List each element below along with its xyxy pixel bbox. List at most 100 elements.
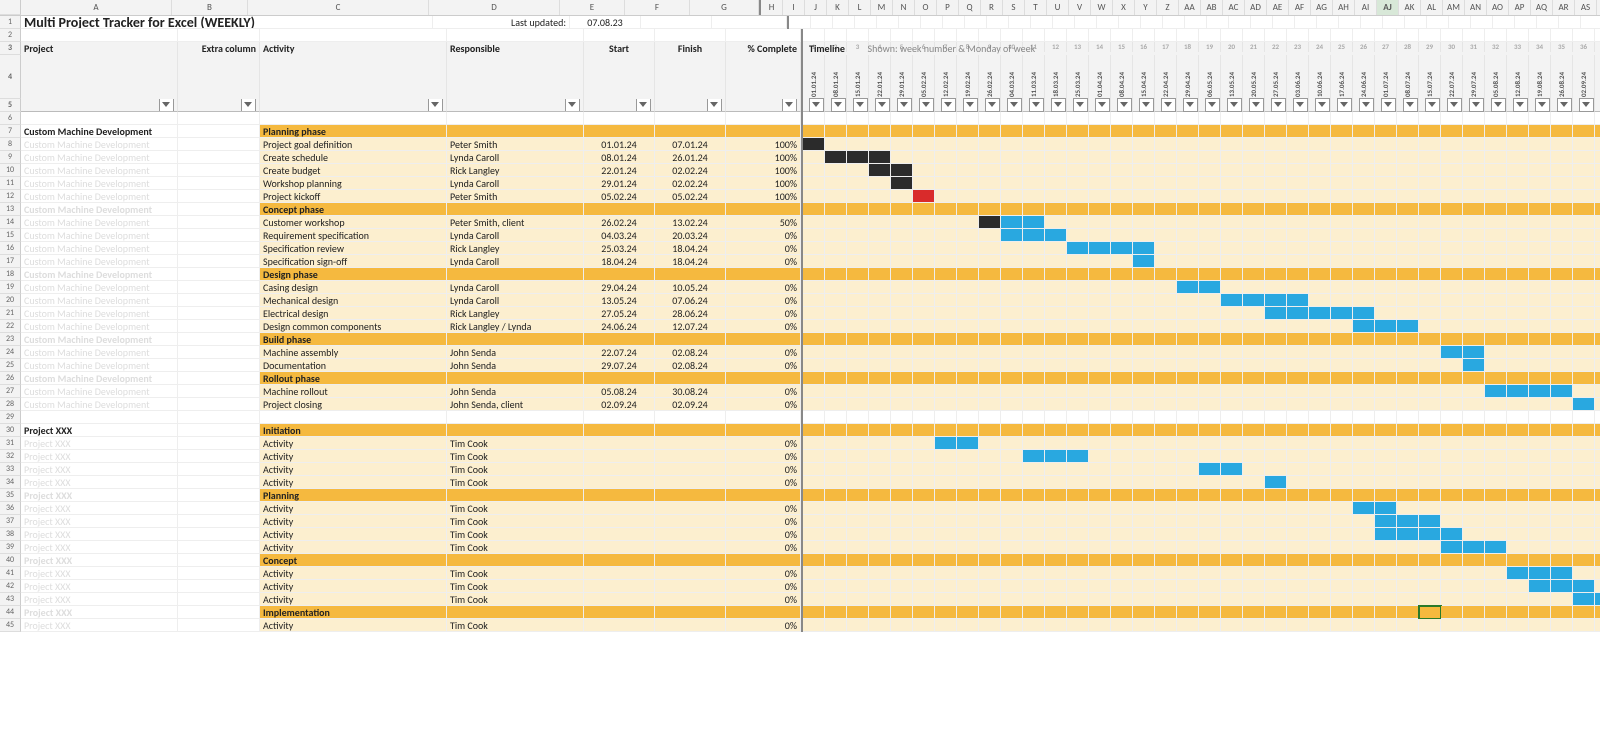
- gantt-cell[interactable]: [1199, 502, 1221, 515]
- gantt-cell[interactable]: [847, 437, 869, 450]
- gantt-cell[interactable]: [1265, 398, 1287, 411]
- gantt-cell[interactable]: [1287, 580, 1309, 593]
- gantt-cell[interactable]: [869, 190, 891, 203]
- gantt-cell[interactable]: [1375, 294, 1397, 307]
- col-U[interactable]: U: [1047, 0, 1069, 15]
- gantt-cell[interactable]: [1595, 255, 1600, 268]
- gantt-cell[interactable]: [1243, 606, 1265, 619]
- gantt-cell[interactable]: [1221, 567, 1243, 580]
- gantt-cell[interactable]: [1331, 359, 1353, 372]
- gantt-bar[interactable]: [803, 138, 825, 151]
- gantt-cell[interactable]: [979, 268, 1001, 281]
- gantt-cell[interactable]: [1353, 437, 1375, 450]
- gantt-cell[interactable]: [1045, 554, 1067, 567]
- responsible-cell[interactable]: John Senda, client: [447, 398, 584, 411]
- gantt-cell[interactable]: [1111, 177, 1133, 190]
- gantt-cell[interactable]: [1199, 320, 1221, 333]
- gantt-cell[interactable]: [1067, 476, 1089, 489]
- gantt-cell[interactable]: [957, 580, 979, 593]
- gantt-cell[interactable]: [979, 151, 1001, 164]
- gantt-cell[interactable]: [1199, 216, 1221, 229]
- filter-icon[interactable]: [1007, 98, 1022, 112]
- gantt-cell[interactable]: [1287, 502, 1309, 515]
- gantt-cell[interactable]: [935, 281, 957, 294]
- finish-cell[interactable]: 02.08.24: [655, 359, 726, 372]
- percent-cell[interactable]: 0%: [726, 463, 801, 476]
- percent-cell[interactable]: 0%: [726, 385, 801, 398]
- gantt-cell[interactable]: [1155, 593, 1177, 606]
- gantt-cell[interactable]: [1551, 125, 1573, 138]
- project-name[interactable]: Custom Machine Development: [24, 125, 152, 138]
- activity-cell[interactable]: Activity: [260, 450, 447, 463]
- gantt-cell[interactable]: [1089, 138, 1111, 151]
- gantt-cell[interactable]: [1397, 463, 1419, 476]
- filter-icon[interactable]: [1557, 98, 1572, 112]
- gantt-cell[interactable]: [1177, 437, 1199, 450]
- gantt-cell[interactable]: [979, 125, 1001, 138]
- row-number[interactable]: 20: [0, 294, 21, 307]
- gantt-cell[interactable]: [891, 372, 913, 385]
- row-number[interactable]: 40: [0, 554, 21, 567]
- gantt-cell[interactable]: [935, 541, 957, 554]
- gantt-cell[interactable]: [1551, 255, 1573, 268]
- gantt-cell[interactable]: [1573, 255, 1595, 268]
- responsible-cell[interactable]: Rick Langley: [447, 242, 584, 255]
- gantt-cell[interactable]: [1375, 619, 1397, 632]
- gantt-cell[interactable]: [1023, 333, 1045, 346]
- gantt-cell[interactable]: [1551, 450, 1573, 463]
- start-cell[interactable]: 04.03.24: [584, 229, 655, 242]
- gantt-cell[interactable]: [1573, 476, 1595, 489]
- col-AM[interactable]: AM: [1443, 0, 1465, 15]
- gantt-cell[interactable]: [1507, 528, 1529, 541]
- gantt-cell[interactable]: [1463, 567, 1485, 580]
- gantt-cell[interactable]: [1507, 359, 1529, 372]
- gantt-cell[interactable]: [1331, 151, 1353, 164]
- gantt-cell[interactable]: [1309, 463, 1331, 476]
- gantt-cell[interactable]: [1353, 216, 1375, 229]
- gantt-cell[interactable]: [825, 515, 847, 528]
- gantt-bar[interactable]: [1551, 580, 1573, 593]
- gantt-cell[interactable]: [1133, 190, 1155, 203]
- gantt-cell[interactable]: [1529, 424, 1551, 437]
- gantt-cell[interactable]: [1309, 281, 1331, 294]
- gantt-cell[interactable]: [825, 203, 847, 216]
- gantt-cell[interactable]: [1551, 463, 1573, 476]
- gantt-cell[interactable]: [869, 125, 891, 138]
- gantt-cell[interactable]: [935, 372, 957, 385]
- col-N[interactable]: N: [893, 0, 915, 15]
- gantt-bar[interactable]: [825, 151, 847, 164]
- gantt-cell[interactable]: [1353, 606, 1375, 619]
- gantt-cell[interactable]: [847, 359, 869, 372]
- gantt-cell[interactable]: [957, 593, 979, 606]
- row-number[interactable]: 15: [0, 229, 21, 242]
- filter-icon[interactable]: [1073, 98, 1088, 112]
- gantt-cell[interactable]: [1067, 385, 1089, 398]
- gantt-cell[interactable]: [1463, 203, 1485, 216]
- gantt-cell[interactable]: [1265, 190, 1287, 203]
- gantt-cell[interactable]: [913, 606, 935, 619]
- row-number[interactable]: 10: [0, 164, 21, 177]
- gantt-cell[interactable]: [1221, 372, 1243, 385]
- gantt-cell[interactable]: [1111, 216, 1133, 229]
- gantt-cell[interactable]: [825, 359, 847, 372]
- gantt-cell[interactable]: [1485, 138, 1507, 151]
- gantt-cell[interactable]: [1573, 619, 1595, 632]
- gantt-cell[interactable]: [1353, 567, 1375, 580]
- gantt-cell[interactable]: [913, 528, 935, 541]
- gantt-cell[interactable]: [1353, 424, 1375, 437]
- gantt-cell[interactable]: [1331, 502, 1353, 515]
- gantt-cell[interactable]: [1353, 242, 1375, 255]
- gantt-cell[interactable]: [1595, 307, 1600, 320]
- gantt-cell[interactable]: [869, 619, 891, 632]
- gantt-cell[interactable]: [891, 385, 913, 398]
- gantt-cell[interactable]: [1001, 606, 1023, 619]
- gantt-cell[interactable]: [1331, 385, 1353, 398]
- gantt-cell[interactable]: [1485, 333, 1507, 346]
- gantt-cell[interactable]: [825, 385, 847, 398]
- gantt-cell[interactable]: [1111, 593, 1133, 606]
- gantt-cell[interactable]: [1199, 528, 1221, 541]
- gantt-cell[interactable]: [1067, 255, 1089, 268]
- gantt-cell[interactable]: [1001, 112, 1023, 125]
- gantt-cell[interactable]: [1573, 450, 1595, 463]
- gantt-cell[interactable]: [1243, 268, 1265, 281]
